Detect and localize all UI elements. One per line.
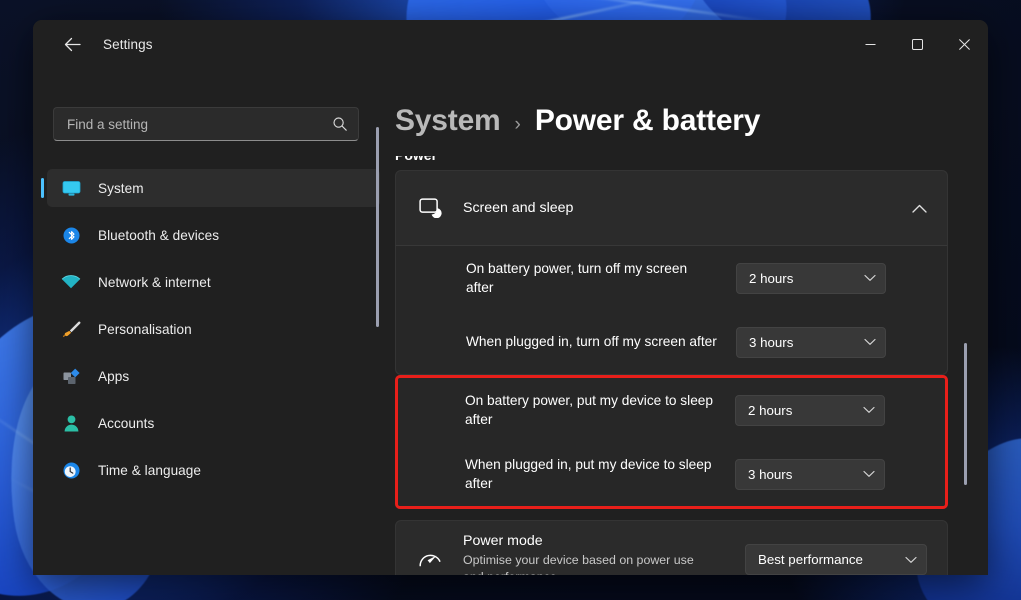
gauge-icon	[418, 548, 442, 572]
setting-row-plugged-screen-off: When plugged in, turn off my screen afte…	[396, 310, 947, 374]
title-bar: Settings	[33, 20, 988, 68]
back-button[interactable]	[55, 27, 89, 61]
search-input[interactable]	[67, 116, 332, 132]
dropdown-value: 3 hours	[748, 466, 793, 482]
setting-row-battery-screen-off: On battery power, turn off my screen aft…	[396, 246, 947, 310]
search-wrapper	[53, 107, 365, 141]
chevron-down-icon	[864, 338, 876, 346]
clock-globe-icon	[61, 460, 81, 480]
sidebar-item-network-internet[interactable]: Network & internet	[47, 263, 380, 301]
close-button[interactable]	[941, 20, 988, 68]
app-title: Settings	[103, 36, 153, 52]
minimize-button[interactable]	[847, 20, 894, 68]
dropdown-value: 3 hours	[749, 334, 794, 350]
sidebar-item-bluetooth-devices[interactable]: Bluetooth & devices	[47, 216, 380, 254]
sidebar-item-label: System	[98, 180, 144, 196]
settings-scroll-area: Power Screen and sleep	[385, 156, 988, 575]
highlight-annotation-box: On battery power, put my device to sleep…	[395, 375, 948, 509]
setting-label: When plugged in, turn off my screen afte…	[466, 334, 717, 350]
screen-and-sleep-card: Screen and sleep	[395, 170, 948, 245]
sidebar-item-label: Bluetooth & devices	[98, 227, 220, 243]
sidebar-item-label: Accounts	[98, 415, 155, 431]
sidebar-item-label: Personalisation	[98, 321, 192, 337]
dropdown-power-mode[interactable]: Best performance	[745, 544, 927, 575]
dropdown-value: Best performance	[758, 552, 863, 568]
maximize-button[interactable]	[894, 20, 941, 68]
wifi-icon	[61, 272, 81, 292]
power-mode-card[interactable]: Power mode Optimise your device based on…	[395, 520, 948, 575]
screen-and-sleep-expander-header[interactable]: Screen and sleep	[396, 171, 947, 245]
search-icon	[332, 116, 348, 132]
main-content: System › Power & battery Power	[385, 68, 988, 575]
apps-squares-icon	[61, 366, 81, 386]
chevron-up-icon[interactable]	[912, 204, 927, 213]
setting-row-plugged-sleep: When plugged in, put my device to sleep …	[398, 442, 945, 506]
chevron-down-icon	[905, 556, 917, 564]
sidebar-nav-list: System Bluetooth & devices Network & int…	[33, 169, 385, 489]
maximize-icon	[912, 38, 923, 50]
breadcrumb: System › Power & battery	[395, 104, 781, 138]
setting-row-battery-sleep: On battery power, put my device to sleep…	[398, 378, 945, 442]
dropdown-battery-screen-off[interactable]: 2 hours	[736, 262, 886, 294]
main-scrollbar-thumb[interactable]	[964, 343, 967, 485]
section-heading-power: Power	[395, 156, 948, 163]
dropdown-plugged-screen-off[interactable]: 3 hours	[736, 326, 886, 358]
monitor-icon	[61, 178, 81, 198]
sidebar-scrollbar-thumb[interactable]	[376, 127, 379, 327]
dropdown-value: 2 hours	[749, 270, 794, 286]
power-mode-text: Power mode Optimise your device based on…	[463, 533, 745, 575]
sidebar-item-apps[interactable]: Apps	[47, 357, 380, 395]
window-controls	[847, 20, 988, 68]
power-mode-description: Optimise your device based on power use …	[463, 553, 694, 575]
sidebar-item-personalisation[interactable]: Personalisation	[47, 310, 380, 348]
settings-window: Settings Find a setting System Bluetooth…	[33, 20, 988, 575]
chevron-down-icon	[863, 406, 875, 414]
setting-label: When plugged in, put my device to sleep …	[465, 456, 712, 491]
breadcrumb-parent-system[interactable]: System	[395, 104, 501, 138]
sidebar-item-label: Time & language	[98, 462, 202, 478]
sidebar-item-label: Apps	[98, 368, 130, 384]
sidebar-item-accounts[interactable]: Accounts	[47, 404, 380, 442]
sidebar-item-time-language[interactable]: Time & language	[47, 451, 380, 489]
breadcrumb-separator-icon: ›	[514, 114, 521, 135]
screen-and-sleep-rows-top: On battery power, turn off my screen aft…	[395, 245, 948, 375]
chevron-down-icon	[864, 274, 876, 282]
screen-and-sleep-title: Screen and sleep	[463, 200, 574, 216]
chevron-down-icon	[863, 470, 875, 478]
sidebar-item-label: Network & internet	[98, 274, 211, 290]
bluetooth-icon	[61, 225, 81, 245]
dropdown-battery-sleep[interactable]: 2 hours	[735, 394, 885, 426]
dropdown-value: 2 hours	[748, 402, 793, 418]
setting-label: On battery power, turn off my screen aft…	[466, 260, 688, 295]
screen-sleep-icon	[418, 196, 442, 220]
setting-label: On battery power, put my device to sleep…	[465, 392, 714, 427]
sidebar: System Bluetooth & devices	[33, 68, 385, 575]
close-icon	[959, 38, 970, 50]
person-icon	[61, 413, 81, 433]
page-title: Power & battery	[534, 104, 761, 137]
dropdown-plugged-sleep[interactable]: 3 hours	[735, 458, 885, 490]
paintbrush-icon	[61, 319, 81, 339]
search-box[interactable]	[53, 107, 359, 141]
minimize-icon	[865, 43, 876, 45]
back-arrow-icon	[64, 37, 81, 51]
sidebar-item-system[interactable]: System	[41, 169, 380, 207]
power-mode-title: Power mode	[463, 533, 543, 549]
